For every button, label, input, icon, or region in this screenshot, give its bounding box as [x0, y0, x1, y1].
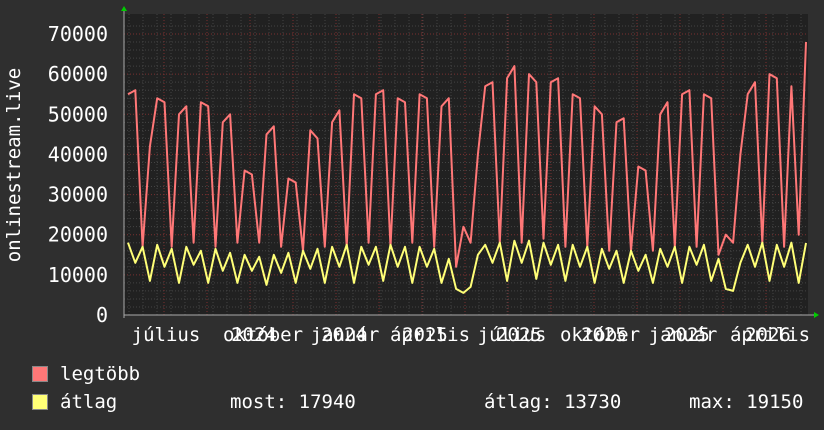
y-tick-label: 10000 [48, 263, 108, 287]
x-tick-year: 2026 [745, 324, 791, 346]
chart: 0 10000 20000 30000 40000 50000 60000 70000 onli… [3, 6, 819, 346]
x-tick-month: július [132, 324, 201, 346]
legend-item-avg: átlag most: 17940 átlag: 13730 max: 1915… [32, 391, 803, 413]
y-tick-label: 60000 [48, 62, 108, 86]
y-axis-arrow-icon [121, 6, 127, 11]
legend-swatch-avg [32, 394, 48, 410]
legend-average: átlag: 13730 [484, 391, 622, 413]
x-tick-year: 2024 [321, 324, 367, 346]
legend-label-max: legtöbb [60, 363, 141, 385]
legend-maximum: max: 19150 [689, 391, 804, 413]
x-tick-year: 2025 [496, 324, 542, 346]
x-tick-year: 2025 [581, 324, 627, 346]
y-tick-label: 0 [96, 303, 108, 327]
legend-swatch-max [32, 366, 48, 382]
x-axis-arrow-icon [814, 312, 819, 318]
y-axis-label: onlinestream.live [3, 68, 25, 262]
legend-now: most: 17940 [230, 391, 356, 413]
y-tick-label: 30000 [48, 183, 108, 207]
y-tick-label: 40000 [48, 142, 108, 166]
x-tick-year: 2025 [402, 324, 448, 346]
legend-item-max: legtöbb [32, 363, 140, 385]
x-tick-year: 2024 [231, 324, 277, 346]
y-tick-label: 20000 [48, 223, 108, 247]
x-tick-year: 2025 [664, 324, 710, 346]
y-tick-label: 50000 [48, 102, 108, 126]
y-tick-label: 70000 [48, 22, 108, 46]
legend-label-avg: átlag [60, 391, 118, 413]
